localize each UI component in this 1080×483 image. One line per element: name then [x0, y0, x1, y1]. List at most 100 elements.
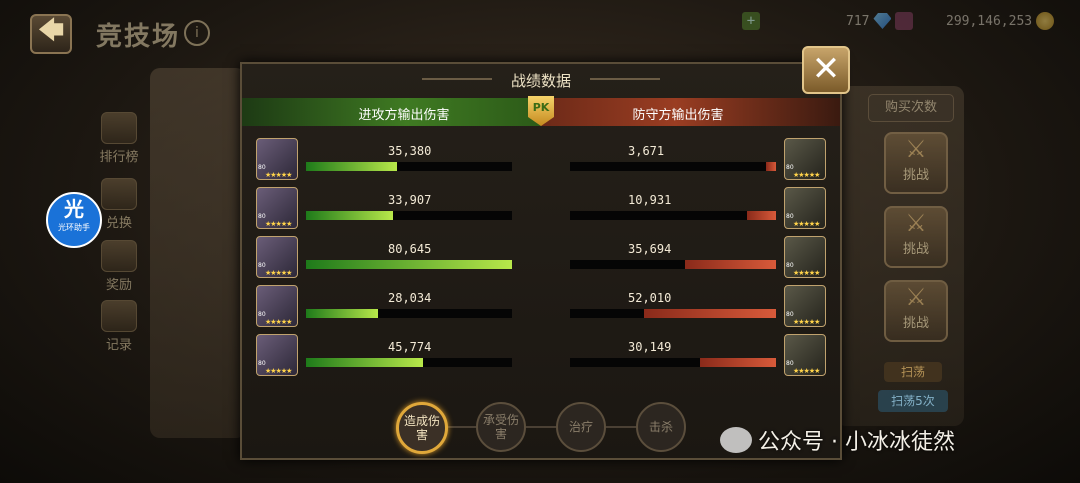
tab-damage-taken[interactable]: 承受伤害 [476, 402, 526, 452]
tab-label: 承受伤害 [482, 413, 519, 441]
plus-icon: + [742, 12, 760, 30]
rank-panel-background [150, 68, 246, 438]
attacker-damage-bar [306, 309, 512, 318]
challenge-button[interactable]: ⚔ 挑战 [884, 206, 948, 268]
defender-damage-bar [570, 211, 776, 220]
hero-stars-icon: ★★★★★ [793, 318, 820, 326]
attacker-damage-value: 45,774 [388, 340, 432, 354]
hero-level: 80 [258, 262, 266, 269]
defender-damage-value: 30,149 [628, 340, 672, 354]
defender-hero-avatar[interactable]: 80 ★★★★★ [784, 285, 826, 327]
sidebar-item-label: 排行榜 [99, 150, 139, 165]
gold-count: 299,146,253 [946, 13, 1033, 29]
defender-damage-fill [685, 260, 776, 269]
defender-damage-fill [644, 309, 776, 318]
hero-level: 80 [786, 213, 794, 220]
defender-hero-avatar[interactable]: 80 ★★★★★ [784, 236, 826, 278]
gold-counter: 299,146,253 [946, 12, 1055, 30]
attacker-damage-fill [306, 260, 512, 269]
attacker-damage-value: 33,907 [388, 193, 432, 207]
defender-hero-avatar[interactable]: 80 ★★★★★ [784, 187, 826, 229]
wechat-icon [720, 427, 752, 453]
defender-damage-value: 10,931 [628, 193, 672, 207]
sidebar-item-label: 奖励 [105, 278, 132, 293]
tab-damage-dealt[interactable]: 造成伤害 [396, 402, 448, 454]
modal-title: 战绩数据 [510, 72, 571, 90]
attacker-damage-value: 28,034 [388, 291, 432, 305]
helper-label: 光环助手 [58, 223, 90, 232]
attacker-hero-avatar[interactable]: 80 ★★★★★ [256, 236, 298, 278]
attacker-hero-avatar[interactable]: 80 ★★★★★ [256, 138, 298, 180]
attacker-damage-fill [306, 309, 378, 318]
challenge-label: 挑战 [902, 242, 929, 257]
defender-damage-value: 52,010 [628, 291, 672, 305]
tab-kills[interactable]: 击杀 [636, 402, 686, 452]
defender-hero-avatar[interactable]: 80 ★★★★★ [784, 334, 826, 376]
challenge-button[interactable]: ⚔ 挑战 [884, 132, 948, 194]
tab-healing[interactable]: 治疗 [556, 402, 606, 452]
hero-stars-icon: ★★★★★ [265, 318, 292, 326]
hero-level: 80 [258, 213, 266, 220]
stat-tabs: 造成伤害 承受伤害 治疗 击杀 [392, 402, 692, 454]
stat-row: 80 ★★★★★ 45,774 30,149 80 ★★★★★ [242, 332, 840, 378]
close-button[interactable]: ✕ [802, 46, 850, 94]
hero-level: 80 [786, 360, 794, 367]
helper-floating-button[interactable]: 光 光环助手 [46, 192, 102, 248]
hero-level: 80 [258, 360, 266, 367]
attacker-damage-bar [306, 260, 512, 269]
tab-label: 造成伤害 [403, 414, 440, 442]
challenge-button[interactable]: ⚔ 挑战 [884, 280, 948, 342]
sidebar-item-exchange[interactable]: 兑换 [96, 178, 142, 231]
hero-stars-icon: ★★★★★ [793, 171, 820, 179]
hero-stars-icon: ★★★★★ [265, 171, 292, 179]
crossed-swords-icon: ⚔ [905, 209, 927, 237]
buy-attempts-button[interactable]: 购买次数 [868, 94, 954, 122]
defender-damage-bar [570, 309, 776, 318]
attacker-damage-bar [306, 211, 512, 220]
tab-label: 治疗 [568, 420, 593, 434]
hero-stars-icon: ★★★★★ [793, 220, 820, 228]
attacker-hero-avatar[interactable]: 80 ★★★★★ [256, 334, 298, 376]
hero-stars-icon: ★★★★★ [793, 367, 820, 375]
info-icon[interactable]: i [184, 20, 210, 46]
hero-level: 80 [258, 311, 266, 318]
hero-stars-icon: ★★★★★ [265, 367, 292, 375]
sweep-button[interactable]: 扫荡 [884, 362, 942, 382]
attacker-damage-fill [306, 211, 393, 220]
attacker-hero-avatar[interactable]: 80 ★★★★★ [256, 285, 298, 327]
sidebar-item-record[interactable]: 记录 [96, 300, 142, 353]
attacker-damage-label: 进攻方输出伤害 [358, 108, 450, 123]
sidebar-item-reward[interactable]: 奖励 [96, 240, 142, 293]
tab-label: 击杀 [648, 420, 673, 434]
stat-row: 80 ★★★★★ 35,380 3,671 80 ★★★★★ [242, 136, 840, 182]
back-arrow-icon: 🡄 [37, 16, 65, 46]
sweep-five-button[interactable]: 扫荡5次 [878, 390, 948, 412]
helper-glyph: 光 [64, 197, 84, 221]
defender-damage-fill [766, 162, 776, 171]
hero-stars-icon: ★★★★★ [265, 269, 292, 277]
defender-hero-avatar[interactable]: 80 ★★★★★ [784, 138, 826, 180]
add-resource-button[interactable]: + [742, 12, 760, 30]
attacker-damage-bar [306, 162, 512, 171]
watermark: 公众号 · 小冰冰徒然 [720, 424, 955, 456]
title-ornament-right [590, 78, 660, 80]
defender-damage-value: 3,671 [628, 144, 665, 158]
close-icon: ✕ [811, 49, 841, 89]
attacker-damage-value: 35,380 [388, 144, 432, 158]
gift-icon[interactable] [895, 12, 914, 30]
defender-damage-value: 35,694 [628, 242, 672, 256]
attacker-damage-fill [306, 358, 423, 367]
sidebar-item-ranking[interactable]: 排行榜 [96, 112, 142, 165]
crossed-swords-icon: ⚔ [905, 135, 927, 163]
defender-damage-bar [570, 358, 776, 367]
exchange-icon [101, 178, 137, 210]
attacker-hero-avatar[interactable]: 80 ★★★★★ [256, 187, 298, 229]
hero-stars-icon: ★★★★★ [265, 220, 292, 228]
hero-level: 80 [786, 311, 794, 318]
gem-count: 717 [846, 13, 870, 29]
back-button[interactable]: 🡄 [30, 14, 72, 54]
crossed-swords-icon: ⚔ [905, 283, 927, 311]
defender-damage-fill [747, 211, 776, 220]
battle-stats-modal: 战绩数据 进攻方输出伤害 防守方输出伤害 PK 80 ★★★★★ 35,380 3,6… [240, 62, 842, 460]
gem-icon [873, 13, 892, 29]
